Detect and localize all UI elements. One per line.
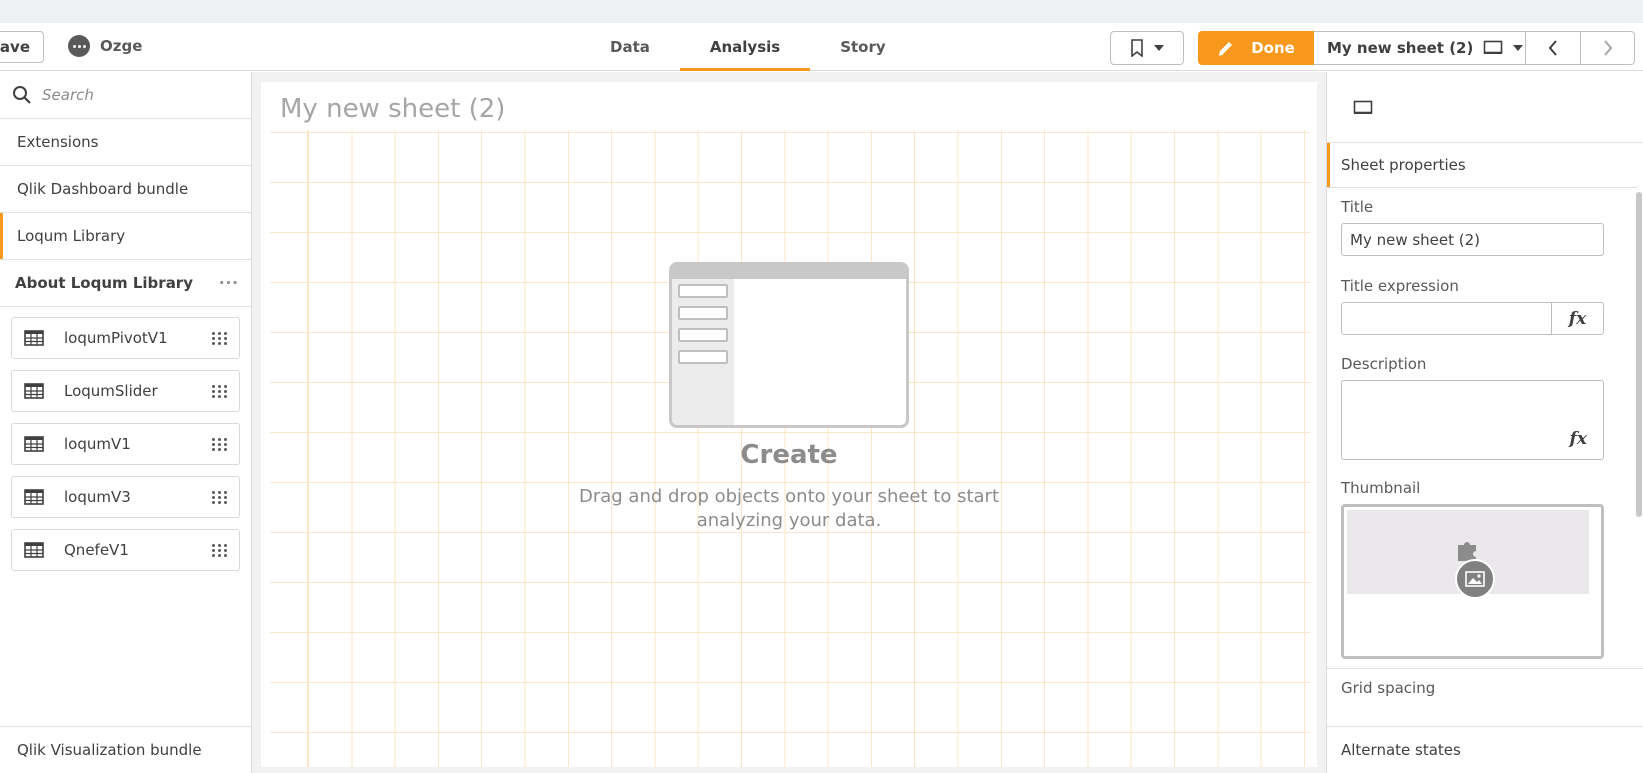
sheet-properties-tab[interactable] — [1353, 100, 1373, 120]
sheet-icon — [1484, 40, 1503, 54]
create-description-line2: analyzing your data. — [696, 510, 882, 531]
create-sheet-illustration-icon — [669, 262, 909, 428]
extension-name: loqumV1 — [64, 435, 131, 453]
top-toolbar: Save Ozge Data Analysis Story Done My ne… — [0, 23, 1643, 71]
title-label: Title — [1341, 198, 1374, 216]
user-menu[interactable]: Ozge — [68, 35, 142, 57]
bookmarks-button[interactable] — [1110, 31, 1184, 65]
description-label: Description — [1341, 355, 1427, 373]
group-title: About Loqum Library — [15, 274, 193, 292]
previous-sheet-button[interactable] — [1526, 31, 1581, 65]
create-placeholder: Create Drag and drop objects onto your s… — [261, 262, 1317, 533]
title-expression-input[interactable]: fx — [1341, 302, 1604, 335]
tab-analysis[interactable]: Analysis — [679, 23, 811, 71]
extension-name: loqumPivotV1 — [64, 329, 168, 347]
extension-item[interactable]: loqumV3 — [11, 476, 240, 518]
pencil-icon — [1219, 42, 1233, 56]
section-alternate-states[interactable]: Alternate states — [1327, 726, 1643, 773]
more-dots-icon — [68, 35, 90, 57]
search-icon — [13, 86, 31, 104]
category-qlik-dashboard-bundle[interactable]: Qlik Dashboard bundle — [0, 166, 251, 213]
drag-handle-icon[interactable] — [212, 437, 227, 451]
drag-handle-icon[interactable] — [212, 490, 227, 504]
fx-expression-button[interactable]: fx — [1551, 303, 1603, 334]
assets-panel: Search Extensions Qlik Dashboard bundle … — [0, 72, 252, 773]
puzzle-icon — [1458, 542, 1476, 561]
category-loqum-library[interactable]: Loqum Library — [0, 213, 251, 260]
tab-story[interactable]: Story — [810, 23, 915, 71]
sheet-selector-label: My new sheet (2) — [1327, 39, 1474, 57]
search-input[interactable]: Search — [42, 86, 94, 104]
extension-list: loqumPivotV1 LoqumSlider loqumV1 loqumV3… — [0, 307, 251, 592]
grid-spacing-label[interactable]: Grid spacing — [1341, 679, 1435, 697]
extension-name: loqumV3 — [64, 488, 131, 506]
create-description: Drag and drop objects onto your sheet to… — [261, 485, 1317, 533]
done-label: Done — [1251, 39, 1295, 57]
extension-item[interactable]: loqumPivotV1 — [11, 317, 240, 359]
sheet-selector[interactable]: My new sheet (2) — [1314, 31, 1526, 65]
drag-handle-icon[interactable] — [212, 543, 227, 557]
section-sheet-properties[interactable]: Sheet properties — [1327, 143, 1637, 188]
drag-handle-icon[interactable] — [212, 384, 227, 398]
sheet-canvas[interactable]: My new sheet (2) Create Drag and drop ob… — [261, 82, 1317, 767]
next-sheet-button[interactable] — [1581, 31, 1635, 65]
title-expression-label: Title expression — [1341, 277, 1459, 295]
fx-expression-button[interactable]: fx — [1570, 429, 1587, 449]
sheet-title[interactable]: My new sheet (2) — [280, 94, 505, 124]
group-more-icon[interactable]: ··· — [219, 274, 239, 292]
about-group-header[interactable]: About Loqum Library ··· — [0, 260, 251, 307]
category-extensions[interactable]: Extensions — [0, 119, 251, 166]
bookmark-icon — [1131, 39, 1143, 57]
category-qlik-visualization-bundle[interactable]: Qlik Visualization bundle — [0, 726, 251, 773]
table-icon — [24, 383, 44, 399]
save-button[interactable]: Save — [0, 31, 44, 63]
thumbnail-label: Thumbnail — [1341, 479, 1421, 497]
search-box[interactable]: Search — [0, 72, 251, 119]
thumbnail-picker[interactable] — [1341, 504, 1604, 659]
table-icon — [24, 542, 44, 558]
extension-item[interactable]: QnefeV1 — [11, 529, 240, 571]
table-icon — [24, 489, 44, 505]
extension-name: LoqumSlider — [64, 382, 158, 400]
sheet-icon — [1353, 100, 1373, 114]
mode-tabs: Data Analysis Story — [580, 23, 916, 71]
divider — [1327, 668, 1643, 669]
caret-down-icon — [1154, 45, 1164, 51]
panel-scrollbar[interactable] — [1636, 192, 1642, 517]
user-name: Ozge — [100, 37, 143, 55]
properties-panel: Sheet properties Title My new sheet (2) … — [1326, 72, 1643, 773]
done-editing-button[interactable]: Done — [1198, 31, 1314, 65]
caret-down-icon — [1513, 45, 1524, 51]
extension-name: QnefeV1 — [64, 541, 129, 559]
create-title: Create — [740, 440, 838, 470]
drag-handle-icon[interactable] — [212, 331, 227, 345]
title-input[interactable]: My new sheet (2) — [1341, 223, 1604, 256]
sheet-editor-area: My new sheet (2) Create Drag and drop ob… — [252, 72, 1326, 773]
chevron-left-icon — [1548, 40, 1557, 56]
extension-item[interactable]: loqumV1 — [11, 423, 240, 465]
table-icon — [24, 436, 44, 452]
image-icon[interactable] — [1455, 559, 1495, 599]
create-description-line1: Drag and drop objects onto your sheet to… — [578, 486, 1000, 507]
tab-data[interactable]: Data — [580, 23, 680, 71]
chevron-right-icon — [1603, 40, 1612, 56]
browser-top-strip — [0, 0, 1643, 23]
table-icon — [24, 330, 44, 346]
extension-item[interactable]: LoqumSlider — [11, 370, 240, 412]
description-textarea[interactable]: fx — [1341, 380, 1604, 460]
